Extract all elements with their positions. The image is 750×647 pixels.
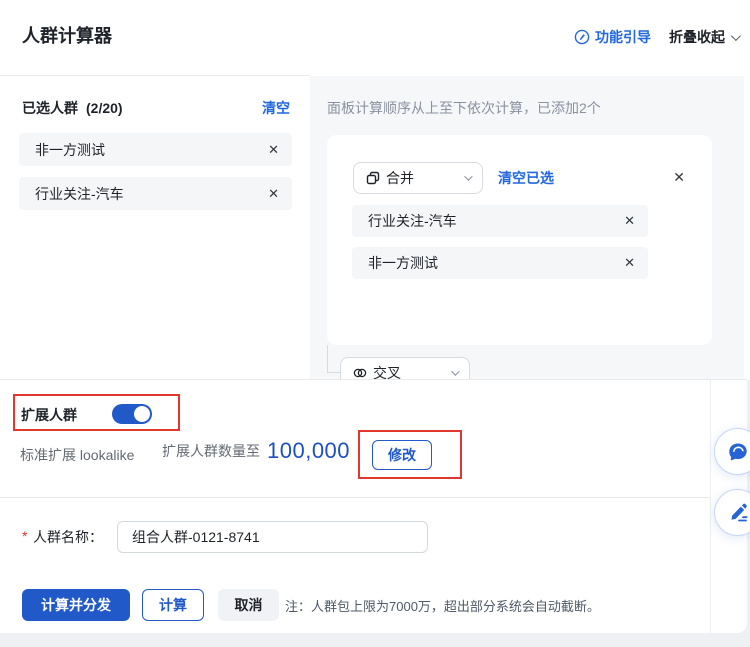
operator-label: 合并	[386, 168, 414, 188]
audience-item-label: 非一方测试	[35, 140, 105, 160]
required-asterisk: *	[22, 528, 27, 544]
connector-line	[327, 372, 341, 373]
cancel-button[interactable]: 取消	[218, 589, 279, 621]
chat-bubble-icon	[726, 440, 750, 464]
expand-amount-row: 扩展人群数量至 100,000	[162, 437, 350, 465]
chevron-down-icon	[464, 172, 472, 180]
operator-label: 交叉	[373, 363, 401, 379]
merge-icon	[366, 171, 380, 185]
calc-button[interactable]: 计算	[142, 589, 204, 621]
calc-and-distribute-button[interactable]: 计算并分发	[22, 589, 130, 621]
selected-audience-header: 已选人群 (2/20) 清空	[22, 98, 290, 118]
expand-audience-label: 扩展人群	[21, 405, 77, 425]
collapse-button[interactable]: 折叠收起	[669, 27, 738, 47]
audience-name-input[interactable]	[117, 521, 428, 553]
lookalike-desc: 标准扩展 lookalike	[20, 445, 134, 465]
header-divider	[0, 75, 310, 76]
audience-item-label: 行业关注-汽车	[35, 184, 124, 204]
clear-all-link[interactable]: 清空	[262, 98, 290, 118]
chevron-down-icon	[451, 367, 459, 375]
close-icon[interactable]: ✕	[624, 255, 635, 271]
expand-amount-value: 100,000	[267, 438, 350, 464]
feature-guide-label: 功能引导	[595, 27, 651, 47]
right-edge-divider	[710, 380, 711, 633]
audience-item-label: 行业关注-汽车	[368, 211, 457, 231]
calculation-panel: 面板计算顺序从上至下依次计算，已添加2个 合并 清空已选 ✕ 行业关注-汽车 ✕…	[310, 76, 744, 379]
group-audience-item: 非一方测试 ✕	[352, 247, 648, 279]
feature-guide-button[interactable]: 功能引导	[574, 27, 651, 47]
close-icon[interactable]: ✕	[268, 186, 279, 202]
merge-operator-select[interactable]: 合并	[353, 162, 483, 194]
connector-line	[327, 345, 328, 373]
intersect-icon	[353, 366, 367, 379]
footer-note: 注：人群包上限为7000万，超出部分系统会自动截断。	[285, 596, 600, 615]
header-actions: 功能引导 折叠收起	[574, 27, 738, 47]
modify-button[interactable]: 修改	[372, 440, 432, 470]
selected-audience-item: 非一方测试 ✕	[19, 133, 292, 166]
group-audience-item: 行业关注-汽车 ✕	[352, 205, 648, 237]
close-icon[interactable]: ✕	[268, 142, 279, 158]
operator-group-card: 合并 清空已选 ✕ 行业关注-汽车 ✕ 非一方测试 ✕	[327, 135, 712, 345]
section-divider-1	[0, 379, 747, 380]
selected-audience-count: (2/20)	[86, 100, 123, 116]
clear-selected-link[interactable]: 清空已选	[498, 168, 554, 188]
close-icon[interactable]: ✕	[673, 169, 685, 186]
audience-name-label: 人群名称：	[33, 527, 103, 547]
section-divider-2	[0, 497, 710, 498]
close-icon[interactable]: ✕	[624, 213, 635, 229]
expand-amount-desc: 扩展人群数量至	[162, 441, 260, 461]
audience-item-label: 非一方测试	[368, 253, 438, 273]
expand-audience-toggle[interactable]	[112, 404, 152, 424]
selected-audience-title: 已选人群	[22, 98, 78, 118]
guide-pen-circle-icon	[574, 29, 590, 45]
toggle-knob	[134, 406, 150, 422]
selected-audience-item: 行业关注-汽车 ✕	[19, 177, 292, 210]
page-title: 人群计算器	[22, 22, 112, 48]
collapse-label: 折叠收起	[669, 27, 725, 47]
panel-note: 面板计算顺序从上至下依次计算，已添加2个	[327, 98, 601, 118]
intersect-operator-select[interactable]: 交叉	[340, 357, 470, 379]
pencil-icon	[726, 501, 750, 525]
